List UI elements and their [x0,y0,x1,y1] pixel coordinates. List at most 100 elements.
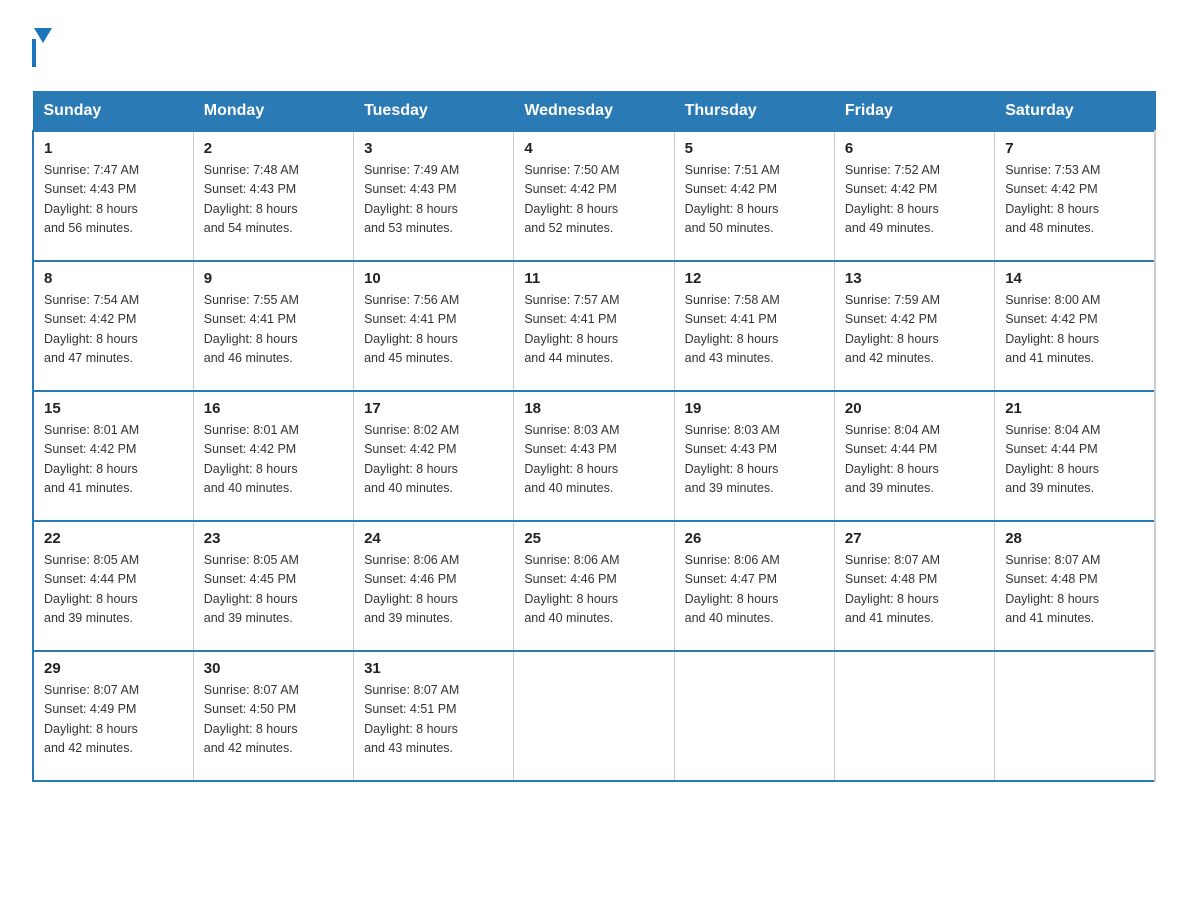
day-number: 18 [524,400,663,417]
day-info: Sunrise: 7:55 AM Sunset: 4:41 PM Dayligh… [204,293,299,365]
logo-blue-text [32,39,40,67]
calendar-cell: 31 Sunrise: 8:07 AM Sunset: 4:51 PM Dayl… [354,651,514,781]
day-number: 29 [44,660,183,677]
col-header-sunday: Sunday [33,92,193,132]
calendar-week-row: 29 Sunrise: 8:07 AM Sunset: 4:49 PM Dayl… [33,651,1155,781]
day-number: 22 [44,530,183,547]
calendar-cell: 23 Sunrise: 8:05 AM Sunset: 4:45 PM Dayl… [193,521,353,651]
day-info: Sunrise: 7:53 AM Sunset: 4:42 PM Dayligh… [1005,163,1100,235]
calendar-cell: 26 Sunrise: 8:06 AM Sunset: 4:47 PM Dayl… [674,521,834,651]
day-info: Sunrise: 8:01 AM Sunset: 4:42 PM Dayligh… [44,423,139,495]
day-number: 4 [524,140,663,157]
calendar-cell: 28 Sunrise: 8:07 AM Sunset: 4:48 PM Dayl… [995,521,1155,651]
day-number: 20 [845,400,984,417]
day-number: 7 [1005,140,1144,157]
calendar-cell: 3 Sunrise: 7:49 AM Sunset: 4:43 PM Dayli… [354,131,514,261]
day-number: 19 [685,400,824,417]
day-number: 2 [204,140,343,157]
day-number: 17 [364,400,503,417]
day-info: Sunrise: 7:54 AM Sunset: 4:42 PM Dayligh… [44,293,139,365]
calendar-cell [995,651,1155,781]
day-info: Sunrise: 8:07 AM Sunset: 4:49 PM Dayligh… [44,683,139,755]
day-info: Sunrise: 8:03 AM Sunset: 4:43 PM Dayligh… [524,423,619,495]
day-number: 8 [44,270,183,287]
day-number: 9 [204,270,343,287]
calendar-week-row: 15 Sunrise: 8:01 AM Sunset: 4:42 PM Dayl… [33,391,1155,521]
calendar-cell: 10 Sunrise: 7:56 AM Sunset: 4:41 PM Dayl… [354,261,514,391]
calendar-cell: 18 Sunrise: 8:03 AM Sunset: 4:43 PM Dayl… [514,391,674,521]
day-number: 30 [204,660,343,677]
day-number: 31 [364,660,503,677]
logo-triangle-icon [34,28,52,43]
day-number: 1 [44,140,183,157]
calendar-cell: 25 Sunrise: 8:06 AM Sunset: 4:46 PM Dayl… [514,521,674,651]
calendar-cell: 30 Sunrise: 8:07 AM Sunset: 4:50 PM Dayl… [193,651,353,781]
day-number: 28 [1005,530,1144,547]
day-info: Sunrise: 7:59 AM Sunset: 4:42 PM Dayligh… [845,293,940,365]
col-header-tuesday: Tuesday [354,92,514,132]
logo-text [32,24,54,39]
day-info: Sunrise: 7:48 AM Sunset: 4:43 PM Dayligh… [204,163,299,235]
calendar-cell: 17 Sunrise: 8:02 AM Sunset: 4:42 PM Dayl… [354,391,514,521]
calendar-table: SundayMondayTuesdayWednesdayThursdayFrid… [32,91,1156,782]
day-number: 12 [685,270,824,287]
calendar-cell: 2 Sunrise: 7:48 AM Sunset: 4:43 PM Dayli… [193,131,353,261]
day-number: 25 [524,530,663,547]
col-header-thursday: Thursday [674,92,834,132]
calendar-header-row: SundayMondayTuesdayWednesdayThursdayFrid… [33,92,1155,132]
calendar-cell: 8 Sunrise: 7:54 AM Sunset: 4:42 PM Dayli… [33,261,193,391]
calendar-cell: 21 Sunrise: 8:04 AM Sunset: 4:44 PM Dayl… [995,391,1155,521]
day-number: 6 [845,140,984,157]
day-number: 16 [204,400,343,417]
day-info: Sunrise: 7:57 AM Sunset: 4:41 PM Dayligh… [524,293,619,365]
calendar-cell: 12 Sunrise: 7:58 AM Sunset: 4:41 PM Dayl… [674,261,834,391]
col-header-wednesday: Wednesday [514,92,674,132]
day-info: Sunrise: 7:51 AM Sunset: 4:42 PM Dayligh… [685,163,780,235]
calendar-week-row: 1 Sunrise: 7:47 AM Sunset: 4:43 PM Dayli… [33,131,1155,261]
day-number: 23 [204,530,343,547]
day-info: Sunrise: 8:03 AM Sunset: 4:43 PM Dayligh… [685,423,780,495]
calendar-cell: 20 Sunrise: 8:04 AM Sunset: 4:44 PM Dayl… [834,391,994,521]
day-info: Sunrise: 8:02 AM Sunset: 4:42 PM Dayligh… [364,423,459,495]
calendar-cell: 29 Sunrise: 8:07 AM Sunset: 4:49 PM Dayl… [33,651,193,781]
day-number: 5 [685,140,824,157]
page-header [32,24,1156,67]
logo-blue-line [32,39,36,67]
day-info: Sunrise: 8:06 AM Sunset: 4:46 PM Dayligh… [524,553,619,625]
calendar-cell: 16 Sunrise: 8:01 AM Sunset: 4:42 PM Dayl… [193,391,353,521]
day-number: 11 [524,270,663,287]
calendar-cell: 11 Sunrise: 7:57 AM Sunset: 4:41 PM Dayl… [514,261,674,391]
day-info: Sunrise: 8:07 AM Sunset: 4:48 PM Dayligh… [1005,553,1100,625]
calendar-cell: 5 Sunrise: 7:51 AM Sunset: 4:42 PM Dayli… [674,131,834,261]
calendar-cell: 4 Sunrise: 7:50 AM Sunset: 4:42 PM Dayli… [514,131,674,261]
day-info: Sunrise: 8:00 AM Sunset: 4:42 PM Dayligh… [1005,293,1100,365]
day-info: Sunrise: 7:56 AM Sunset: 4:41 PM Dayligh… [364,293,459,365]
day-info: Sunrise: 8:07 AM Sunset: 4:51 PM Dayligh… [364,683,459,755]
calendar-cell: 19 Sunrise: 8:03 AM Sunset: 4:43 PM Dayl… [674,391,834,521]
calendar-week-row: 22 Sunrise: 8:05 AM Sunset: 4:44 PM Dayl… [33,521,1155,651]
col-header-monday: Monday [193,92,353,132]
calendar-cell: 24 Sunrise: 8:06 AM Sunset: 4:46 PM Dayl… [354,521,514,651]
day-number: 27 [845,530,984,547]
calendar-cell: 27 Sunrise: 8:07 AM Sunset: 4:48 PM Dayl… [834,521,994,651]
calendar-cell [514,651,674,781]
day-info: Sunrise: 8:07 AM Sunset: 4:50 PM Dayligh… [204,683,299,755]
day-number: 24 [364,530,503,547]
day-number: 10 [364,270,503,287]
day-info: Sunrise: 8:01 AM Sunset: 4:42 PM Dayligh… [204,423,299,495]
calendar-cell: 15 Sunrise: 8:01 AM Sunset: 4:42 PM Dayl… [33,391,193,521]
calendar-cell: 1 Sunrise: 7:47 AM Sunset: 4:43 PM Dayli… [33,131,193,261]
day-info: Sunrise: 8:05 AM Sunset: 4:44 PM Dayligh… [44,553,139,625]
day-number: 26 [685,530,824,547]
day-info: Sunrise: 7:47 AM Sunset: 4:43 PM Dayligh… [44,163,139,235]
day-info: Sunrise: 8:04 AM Sunset: 4:44 PM Dayligh… [1005,423,1100,495]
day-info: Sunrise: 8:06 AM Sunset: 4:47 PM Dayligh… [685,553,780,625]
day-info: Sunrise: 7:49 AM Sunset: 4:43 PM Dayligh… [364,163,459,235]
col-header-saturday: Saturday [995,92,1155,132]
day-info: Sunrise: 8:04 AM Sunset: 4:44 PM Dayligh… [845,423,940,495]
day-info: Sunrise: 8:05 AM Sunset: 4:45 PM Dayligh… [204,553,299,625]
day-info: Sunrise: 7:58 AM Sunset: 4:41 PM Dayligh… [685,293,780,365]
calendar-cell: 6 Sunrise: 7:52 AM Sunset: 4:42 PM Dayli… [834,131,994,261]
day-number: 15 [44,400,183,417]
day-number: 13 [845,270,984,287]
